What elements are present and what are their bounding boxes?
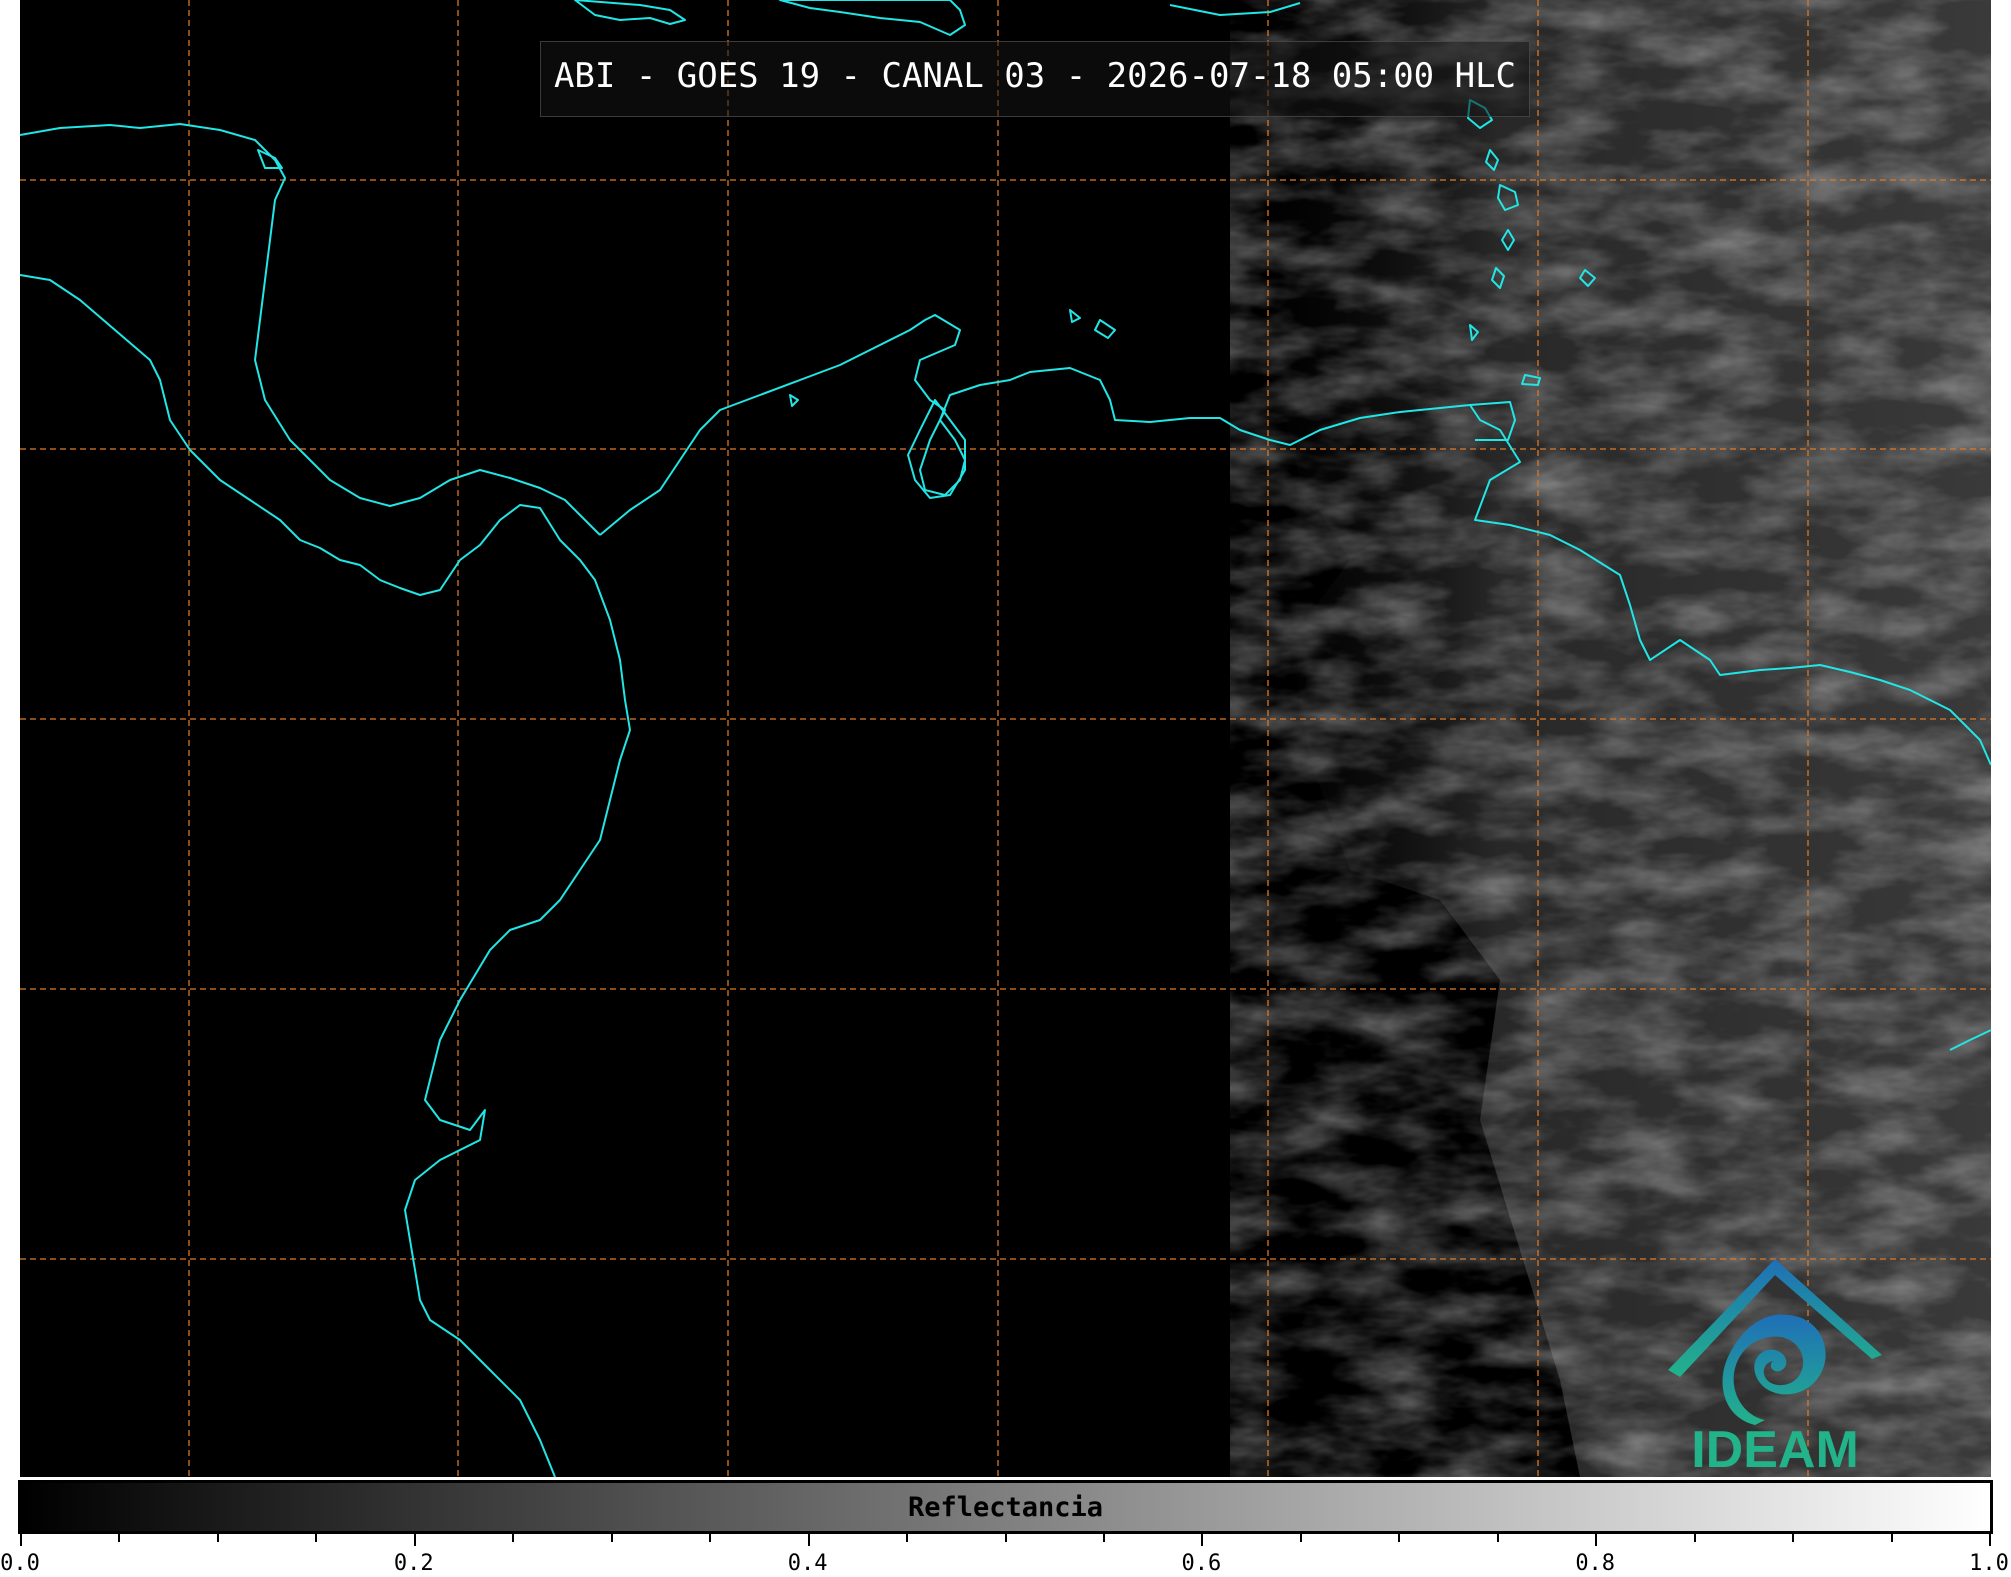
colorbar-minor-tick [906, 1534, 909, 1542]
colorbar-minor-tick [216, 1534, 219, 1542]
swirl-icon [1722, 1314, 1826, 1425]
colorbar-minor-tick [1004, 1534, 1007, 1542]
colorbar-minor-tick [1693, 1534, 1696, 1542]
colorbar-major-tick [413, 1534, 416, 1546]
colorbar-minor-tick [1890, 1534, 1893, 1542]
figure-frame: ABI - GOES 19 - CANAL 03 - 2026-07-18 05… [0, 0, 2011, 1577]
colorbar-major-tick [1201, 1534, 1204, 1546]
colorbar-minor-tick [118, 1534, 121, 1542]
colorbar-minor-tick [512, 1534, 515, 1542]
colorbar-minor-tick [1496, 1534, 1499, 1542]
colorbar-tick-label: 0.4 [787, 1551, 828, 1576]
colorbar-minor-tick [315, 1534, 318, 1542]
colorbar-tick-label: 1.0 [1969, 1551, 2009, 1576]
colorbar-minor-tick [1792, 1534, 1795, 1542]
colorbar-minor-tick [1398, 1534, 1401, 1542]
logo-wordmark: IDEAM [1691, 1421, 1859, 1475]
colorbar-label: Reflectancia [907, 1492, 1104, 1523]
colorbar-minor-tick [610, 1534, 613, 1542]
colorbar: Reflectancia [18, 1480, 1993, 1534]
colorbar-tick-label: 0.8 [1575, 1551, 1616, 1576]
ideam-logo: IDEAM [1668, 1259, 1882, 1475]
colorbar-major-tick [807, 1534, 810, 1546]
colorbar-tick-label: 0.0 [0, 1551, 40, 1576]
colorbar-tick-label: 0.6 [1181, 1551, 1222, 1576]
colorbar-major-tick [20, 1534, 22, 1546]
colorbar-minor-tick [709, 1534, 712, 1542]
colorbar-minor-tick [1299, 1534, 1302, 1542]
colorbar-major-tick [1989, 1534, 1991, 1546]
colorbar-ticks: 0.0 0.2 0.4 0.6 0.8 1.0 [0, 1534, 2009, 1577]
colorbar-tick-label: 0.2 [393, 1551, 434, 1576]
colorbar-minor-tick [1102, 1534, 1105, 1542]
colorbar-major-tick [1595, 1534, 1598, 1546]
map-title: ABI - GOES 19 - CANAL 03 - 2026-07-18 05… [553, 56, 1517, 96]
